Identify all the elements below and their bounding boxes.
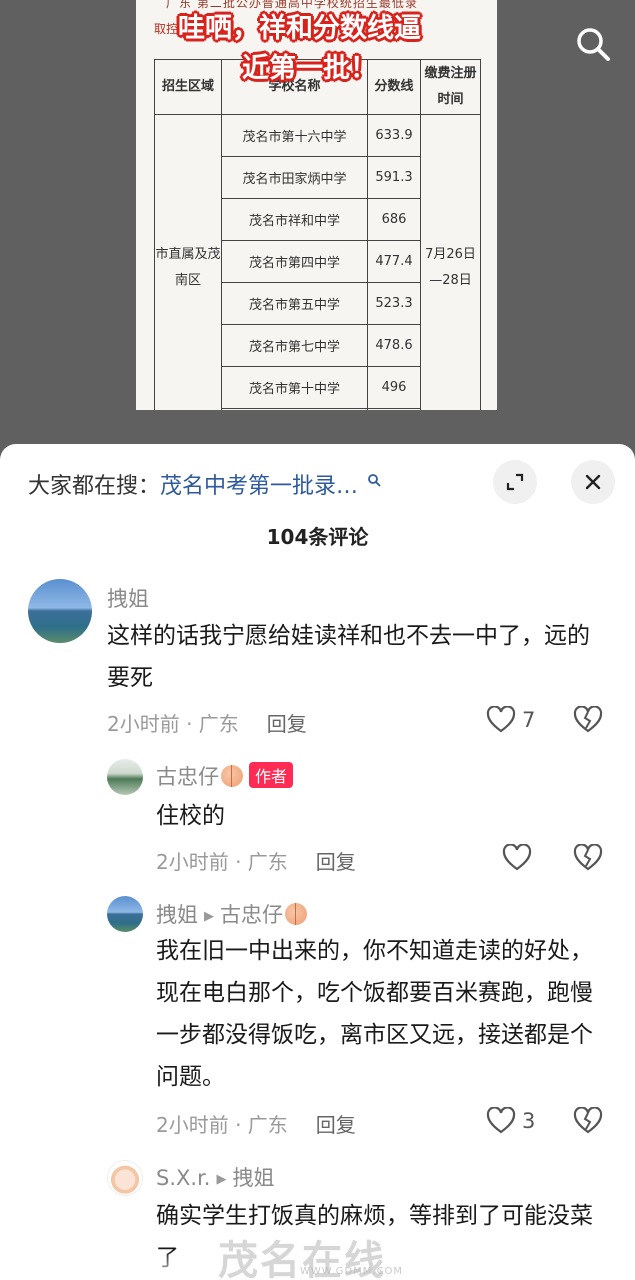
close-button[interactable] [571,460,615,504]
score-cell: 686 [367,198,421,241]
comment-meta: 2小时前 · 广东 回复 [107,708,307,737]
heart-icon [502,844,532,871]
score-cell: 523.3 [367,282,421,325]
heart-icon [486,1107,516,1134]
watermark-url: WWW.GDMM.COM [300,1266,404,1277]
like-button[interactable] [502,844,532,872]
table-row: 市直属及茂南区 茂名市第十六中学 633.9 7月26日—28日 [154,114,481,410]
reply-arrow-icon: ▶ [204,908,214,924]
table-cut-cell [367,408,421,410]
header-date: 缴费注册时间 [420,59,481,115]
comment-sheet: 大家都在搜：茂名中考第一批录… 104条评论 拽姐 这样的话我宁愿给娃读祥和也不… [0,444,635,1280]
avatar[interactable] [107,1160,143,1196]
comment-username[interactable]: 拽姐 [107,583,149,613]
comment-count: 104条评论 [266,525,369,549]
comment-time-location: 2小时前 · 广东 [107,712,239,736]
region-cell: 市直属及茂南区 [154,114,222,410]
header-region: 招生区域 [154,59,222,115]
basketball-emoji-icon [221,765,243,787]
comment-meta: 2小时前 · 广东 回复 [156,846,356,875]
table-cut-cell [221,408,368,410]
reply-to-username[interactable]: 拽姐 [232,1166,274,1190]
reply-button[interactable]: 回复 [316,1113,356,1137]
headline-line-1: 哇哂，祥和分数线逼 [178,13,421,44]
like-button[interactable]: 7 [486,706,535,734]
post-image-document[interactable]: 广东 第二批公办普通高中学校统招生最低录 取控 招生区域 学校名称 分数线 缴费… [136,0,497,410]
broken-heart-icon [573,843,603,871]
app-screen: 广东 第二批公办普通高中学校统招生最低录 取控 招生区域 学校名称 分数线 缴费… [0,0,635,1280]
school-cell: 茂名市第四中学 [221,240,368,283]
heart-icon [486,706,516,733]
dislike-button[interactable] [573,705,603,738]
like-button[interactable]: 3 [486,1107,535,1135]
expand-button[interactable] [493,460,537,504]
school-cell: 茂名市祥和中学 [221,198,368,241]
reply-arrow-icon: ▶ [216,1171,227,1187]
avatar[interactable] [107,896,143,932]
comment-text: 我在旧一中出来的，你不知道走读的好处，现在电白那个，吃个饭都要百米赛跑，跑慢一步… [156,938,593,1090]
score-table: 招生区域 学校名称 分数线 缴费注册时间 市直属及茂南区 茂名市第十六中学 63… [154,59,481,410]
reply-to-username[interactable]: 古忠仔 [220,903,283,927]
search-button[interactable] [573,24,613,64]
score-cell: 496 [367,366,421,409]
search-icon [577,28,610,61]
comment-text: 这样的话我宁愿给娃读祥和也不去一中了，远的要死 [107,623,590,691]
dislike-button[interactable] [573,1106,603,1139]
school-cell: 茂名市第十六中学 [221,114,368,157]
comment-username[interactable]: S.X.r. ▶ 拽姐 [156,1162,274,1192]
school-cell: 茂名市第五中学 [221,282,368,325]
like-count: 3 [522,1109,536,1133]
broken-heart-icon [573,705,603,733]
score-cell: 591.3 [367,156,421,199]
date-cell: 7月26日—28日 [420,114,481,410]
broken-heart-icon [573,1106,603,1134]
school-cell: 茂名市第七中学 [221,324,368,367]
comment-meta: 2小时前 · 广东 回复 [156,1109,356,1138]
comment-time-location: 2小时前 · 广东 [156,1113,288,1137]
school-cell: 茂名市田家炳中学 [221,156,368,199]
headline-line-2: 近第一批！ [242,53,377,84]
basketball-emoji-icon [285,903,307,925]
avatar[interactable] [28,579,92,643]
dislike-button[interactable] [573,843,603,876]
document-prefix: 取控 [154,22,179,36]
hot-search-prefix: 大家都在搜： [28,474,161,499]
score-cell: 633.9 [367,114,421,157]
reply-button[interactable]: 回复 [267,712,307,736]
avatar[interactable] [107,759,143,795]
author-badge: 作者 [249,762,294,788]
school-cell: 茂名市第十中学 [221,366,368,409]
reply-button[interactable]: 回复 [316,850,356,874]
comment-username[interactable]: 古忠仔 作者 [156,761,294,791]
expand-icon [506,473,524,491]
comment-text: 住校的 [156,803,225,829]
close-icon [585,474,601,490]
like-count: 7 [522,708,536,732]
hot-search-bar[interactable]: 大家都在搜：茂名中考第一批录… [28,468,381,500]
comment-username[interactable]: 拽姐 ▶ 古忠仔 [156,899,307,929]
score-cell: 477.4 [367,240,421,283]
search-icon [367,468,381,493]
comment-time-location: 2小时前 · 广东 [156,850,288,874]
score-cell: 478.6 [367,324,421,367]
hot-search-keyword[interactable]: 茂名中考第一批录… [160,474,358,499]
